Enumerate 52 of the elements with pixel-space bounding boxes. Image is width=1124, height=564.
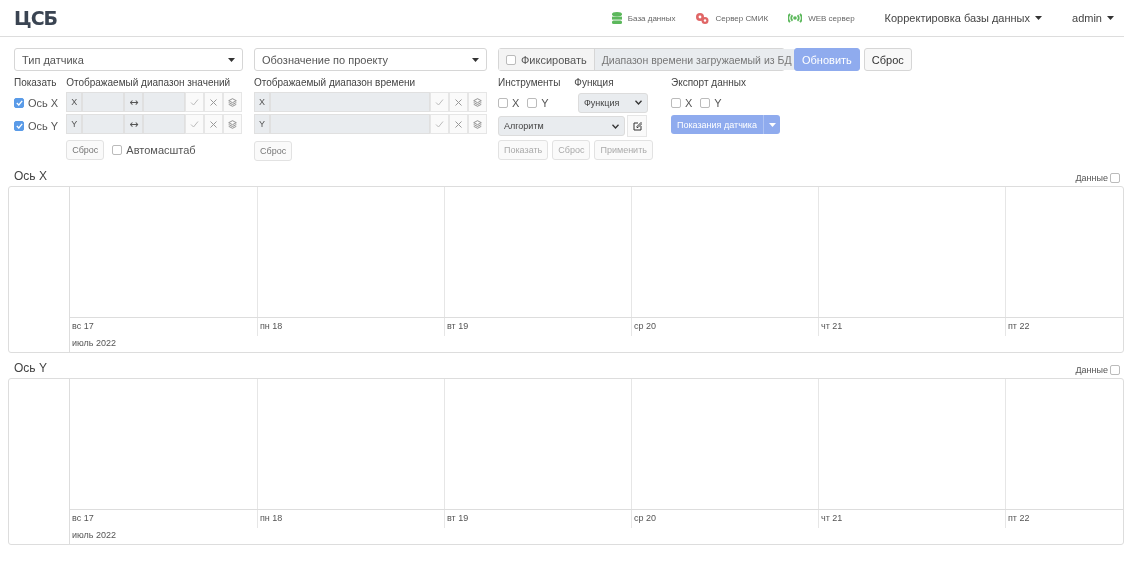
checkbox-label: Фиксировать [521,53,587,66]
dropdown-menu[interactable]: Корректировка базы данных [884,12,1043,24]
checkbox-label: X [684,96,693,109]
sensor-type-select[interactable]: Тип датчика [14,48,243,71]
checkbox-label: Данные [1075,173,1108,183]
axis-label: X [66,92,83,112]
axis-label: вс 17 [72,321,94,331]
axis-label: пт 22 [1008,513,1030,523]
reset-button[interactable]: Сброс [254,141,293,161]
fix-toggle[interactable]: Фиксировать [499,49,595,70]
axis-label: Y [66,114,83,134]
checkbox-label: Автомасштаб [126,143,196,156]
function-select[interactable]: Функция [578,92,648,113]
checkbox-label: Ось Y [28,119,59,132]
reset-button[interactable]: Сброс [66,139,105,160]
checkbox-label: Y [541,96,549,109]
axis-label: вт 19 [447,321,469,331]
axis-label: пн 18 [260,321,283,331]
checkbox-label: Данные [1075,365,1108,375]
checkbox-label: Ось X [28,96,59,109]
axis-label: пт 22 [1008,321,1030,331]
logo: ЦСБ [14,7,58,29]
axis-label: вт 19 [447,513,469,523]
axis-label: вс 17 [72,513,94,523]
checkbox-label: Y [714,96,722,109]
month-label: июль 2022 [72,338,117,348]
chart-title: Ось X [14,169,47,183]
section-heading: Инструменты [498,77,561,88]
axis-label: X [254,92,270,112]
algorithm-select[interactable]: Алгоритм [498,116,625,136]
axis-label: ср 20 [634,321,657,331]
chart-title: Ось Y [14,361,47,375]
section-heading: Отображаемый диапазон значений [66,77,232,88]
axis-label: ср 20 [634,513,657,523]
dropdown-menu[interactable]: admin [1072,12,1114,24]
section-heading: Экспорт данных [670,77,747,88]
axis-label: Y [254,114,270,134]
section-heading: Отображаемый диапазон времени [254,77,417,88]
axis-label: пн 18 [260,513,283,523]
axis-label: чт 21 [821,321,843,331]
reset-button[interactable]: Сброс [863,48,912,71]
section-heading: Показать [14,77,58,88]
status-label: WEB сервер [808,13,855,23]
month-label: июль 2022 [72,530,117,540]
status-label: База данных [627,13,676,23]
project-select[interactable]: Обозначение по проекту [254,48,487,71]
range-separator: ↔ [129,117,139,131]
checkbox-label: X [512,96,520,109]
status-label: Сервер СМИК [715,13,769,23]
axis-label: чт 21 [821,513,843,523]
section-heading: Функция [574,77,614,88]
range-separator: ↔ [129,95,139,109]
